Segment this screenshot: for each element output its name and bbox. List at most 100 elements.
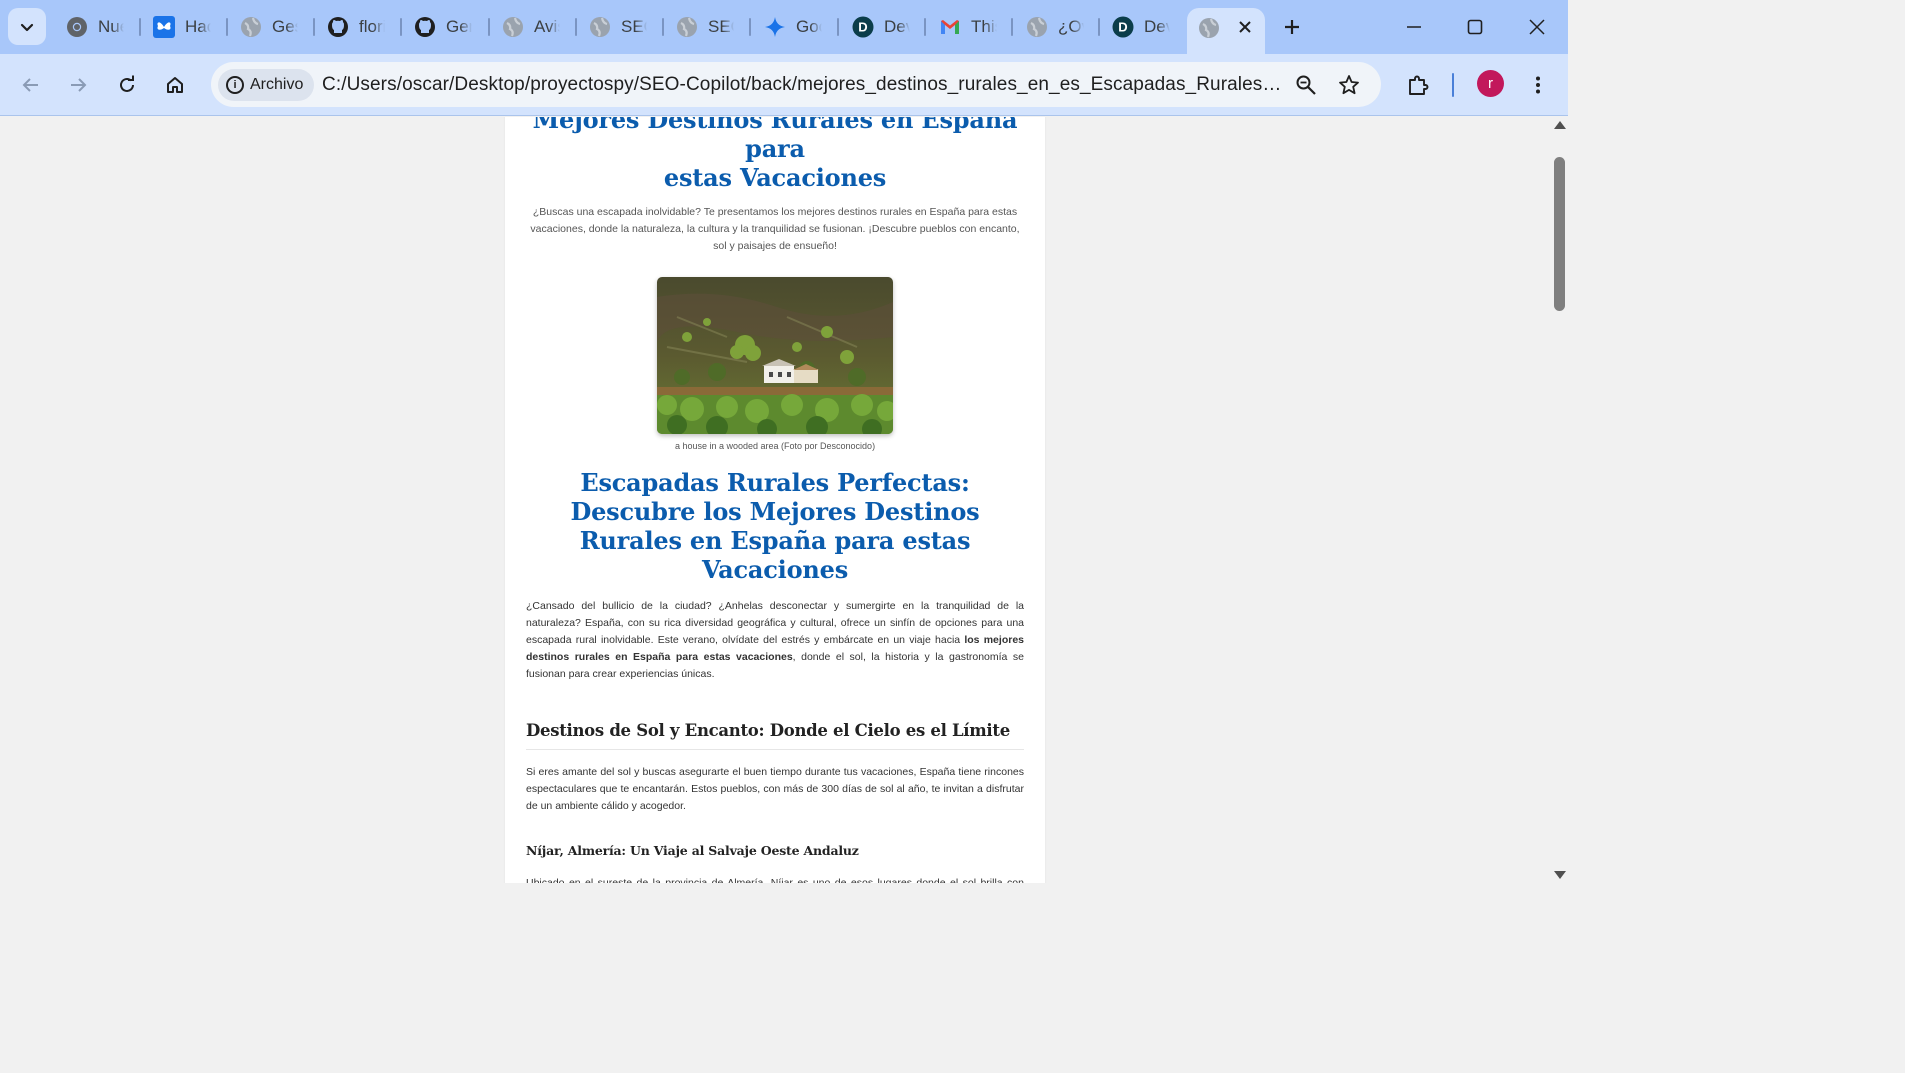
back-button[interactable] — [15, 69, 47, 101]
gemini-icon — [764, 16, 786, 38]
profile-avatar[interactable]: r — [1477, 70, 1504, 97]
tab-title: Gen — [446, 17, 472, 36]
home-button[interactable] — [159, 69, 191, 101]
hero-figure: a house in a wooded area (Foto por Desco… — [657, 277, 893, 451]
tab-title: flori — [359, 17, 385, 36]
tab-title: SEO — [708, 17, 734, 36]
tab-separator — [837, 18, 839, 36]
toolbar-divider — [1452, 73, 1454, 97]
section-title: Escapadas Rurales Perfectas: Descubre lo… — [570, 468, 980, 584]
zoom-out-icon — [1296, 75, 1316, 95]
tab-strip: Nue Hac Ges flori Gen Avis SEO — [0, 0, 1568, 54]
tab-title: Avis — [534, 17, 560, 36]
github-icon — [327, 16, 349, 38]
globe-icon — [589, 16, 611, 38]
tab-separator — [749, 18, 751, 36]
security-chip-label: Archivo — [250, 76, 304, 93]
new-tab-button[interactable] — [1278, 13, 1306, 41]
address-bar[interactable]: i Archivo C:/Users/oscar/Desktop/proyect… — [211, 62, 1381, 107]
tab-4[interactable]: flori — [315, 10, 397, 44]
globe-icon — [1198, 17, 1220, 39]
tab-1[interactable]: Nue — [54, 10, 134, 44]
butterfly-icon — [153, 16, 175, 38]
site-info-chip[interactable]: i Archivo — [218, 69, 315, 101]
tab-title: SEO — [621, 17, 647, 36]
tab-active[interactable] — [1187, 8, 1265, 54]
chevron-down-icon — [20, 23, 34, 31]
plus-icon — [1285, 20, 1299, 34]
paragraph-sun-destinations: Si eres amante del sol y buscas asegurar… — [526, 766, 1024, 812]
home-icon — [167, 77, 183, 93]
tab-separator — [1011, 18, 1013, 36]
hero-image — [657, 277, 893, 434]
arrow-left-icon — [22, 78, 38, 92]
tab-2[interactable]: Hac — [141, 10, 223, 44]
page-viewport: Mejores Destinos Rurales en España para … — [0, 117, 1568, 883]
tab-7[interactable]: SEO — [577, 10, 659, 44]
paragraph-nijar: Ubicado en el sureste de la provincia de… — [526, 877, 1024, 883]
title-line-1: Mejores Destinos Rurales en España para — [532, 117, 1018, 163]
tab-title: Goo — [796, 17, 822, 36]
subheading-nijar: Níjar, Almería: Un Viaje al Salvaje Oest… — [526, 843, 859, 858]
page-title: Mejores Destinos Rurales en España para … — [526, 117, 1024, 192]
tab-title: Dev — [1144, 17, 1170, 36]
image-caption: a house in a wooded area (Foto por Desco… — [674, 441, 876, 451]
tab-12[interactable]: ¿Ov — [1014, 10, 1096, 44]
close-icon — [1239, 21, 1251, 33]
tab-8[interactable]: SEO — [664, 10, 746, 44]
more-vertical-icon — [1536, 76, 1540, 94]
globe-icon — [240, 16, 262, 38]
globe-icon — [502, 16, 524, 38]
tab-10[interactable]: D Dev — [840, 10, 922, 44]
puzzle-icon — [1409, 75, 1429, 95]
tab-title: ¿Ov — [1058, 17, 1084, 36]
tab-9[interactable]: Goo — [752, 10, 834, 44]
tab-title: This — [971, 17, 997, 36]
star-icon — [1339, 75, 1359, 95]
devto-icon: D — [852, 16, 874, 38]
lead-paragraph: ¿Cansado del bullicio de la ciudad? ¿Anh… — [526, 598, 1024, 683]
tab-title: Dev — [884, 17, 910, 36]
tab-title: Nue — [98, 17, 124, 36]
subheading-sun-destinations: Destinos de Sol y Encanto: Donde el Ciel… — [526, 721, 1024, 750]
title-line-2: estas Vacaciones — [663, 163, 887, 192]
devto-icon: D — [1112, 16, 1134, 38]
menu-button[interactable] — [1522, 69, 1554, 101]
tab-title: Ges — [272, 17, 298, 36]
tab-search-button[interactable] — [8, 8, 46, 45]
tab-13[interactable]: D Dev — [1100, 10, 1182, 44]
globe-icon — [1026, 16, 1048, 38]
maximize-button[interactable] — [1460, 12, 1490, 42]
github-icon — [414, 16, 436, 38]
scroll-up-arrow[interactable] — [1554, 121, 1566, 129]
svg-text:D: D — [1118, 20, 1127, 35]
globe-icon — [676, 16, 698, 38]
arrow-right-icon — [71, 78, 87, 92]
bookmark-button[interactable] — [1336, 72, 1362, 98]
vertical-scrollbar[interactable] — [1551, 117, 1568, 883]
close-window-button[interactable] — [1522, 12, 1552, 42]
lead-text: ¿Cansado del bullicio de la ciudad? ¿Anh… — [526, 600, 1024, 646]
maximize-icon — [1467, 19, 1483, 35]
extensions-button[interactable] — [1402, 69, 1434, 101]
forward-button[interactable] — [62, 69, 94, 101]
chrome-icon — [66, 16, 88, 38]
scroll-down-arrow[interactable] — [1554, 871, 1566, 879]
browser-toolbar: i Archivo C:/Users/oscar/Desktop/proyect… — [0, 54, 1568, 116]
reload-icon — [120, 75, 134, 92]
minimize-button[interactable] — [1399, 12, 1429, 42]
tab-separator — [924, 18, 926, 36]
tab-11[interactable]: This — [927, 10, 1009, 44]
svg-text:D: D — [858, 20, 867, 35]
tab-6[interactable]: Avis — [490, 10, 572, 44]
scrollbar-thumb[interactable] — [1554, 157, 1565, 311]
url-text[interactable]: C:/Users/oscar/Desktop/proyectospy/SEO-C… — [322, 74, 1284, 96]
reload-button[interactable] — [111, 69, 143, 101]
gmail-icon — [939, 16, 961, 38]
intro-text: ¿Buscas una escapada inolvidable? Te pre… — [530, 206, 1020, 252]
close-tab-button[interactable] — [1233, 15, 1257, 39]
zoom-button[interactable] — [1293, 72, 1319, 98]
tab-3[interactable]: Ges — [228, 10, 310, 44]
minimize-icon — [1407, 26, 1421, 28]
tab-5[interactable]: Gen — [402, 10, 484, 44]
